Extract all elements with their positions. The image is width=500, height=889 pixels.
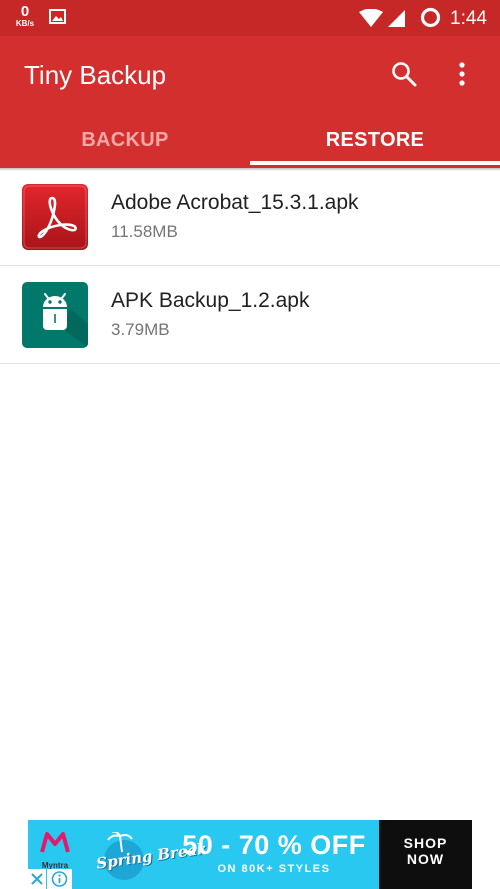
- app-bar: Tiny Backup BACKUP RESTORE: [0, 36, 500, 168]
- ad-close-icon[interactable]: [28, 869, 46, 889]
- wifi-icon: [359, 9, 383, 27]
- ad-headline: 50 - 70 % OFF: [182, 830, 366, 860]
- status-bar: 0 KB/s 1:44: [0, 0, 500, 36]
- ad-subline: ON 80K+ STYLES: [217, 863, 331, 875]
- image-notification-icon: [49, 9, 66, 24]
- backup-file-list: Adobe Acrobat_15.3.1.apk 11.58MB APK Bac…: [0, 168, 500, 364]
- cta-line-2: NOW: [406, 851, 445, 867]
- signal-icon: [388, 10, 405, 27]
- cta-line-1: SHOP: [403, 835, 448, 851]
- tab-selected-indicator: [250, 161, 500, 165]
- list-item[interactable]: APK Backup_1.2.apk 3.79MB: [0, 266, 500, 364]
- file-size: 11.58MB: [111, 222, 178, 241]
- search-icon[interactable]: [390, 60, 418, 88]
- network-speed-value: 0: [20, 3, 30, 20]
- tab-backup-label: BACKUP: [81, 129, 169, 151]
- file-name: APK Backup_1.2.apk: [111, 289, 310, 312]
- myntra-m-icon: [40, 832, 70, 853]
- android-robot-icon: [22, 282, 88, 348]
- tab-restore-label: RESTORE: [325, 129, 425, 151]
- myntra-logo: Myntra: [36, 832, 74, 870]
- shop-now-button[interactable]: SHOP NOW: [379, 820, 472, 889]
- file-size: 3.79MB: [111, 320, 170, 339]
- ad-info-icon[interactable]: [47, 869, 72, 889]
- adobe-acrobat-icon: [22, 184, 88, 250]
- battery-ring-icon: [420, 7, 441, 28]
- more-options-icon[interactable]: [449, 60, 475, 88]
- app-title: Tiny Backup: [24, 60, 167, 90]
- network-speed-unit: KB/s: [15, 19, 35, 28]
- ad-banner[interactable]: Myntra Spring Break 50 - 70 % OFF ON 80K…: [28, 820, 472, 889]
- tab-backup[interactable]: BACKUP: [0, 116, 250, 168]
- status-time: 1:44: [450, 8, 487, 29]
- file-name: Adobe Acrobat_15.3.1.apk: [111, 191, 359, 214]
- network-speed-indicator: 0 KB/s: [10, 4, 40, 28]
- list-item[interactable]: Adobe Acrobat_15.3.1.apk 11.58MB: [0, 168, 500, 266]
